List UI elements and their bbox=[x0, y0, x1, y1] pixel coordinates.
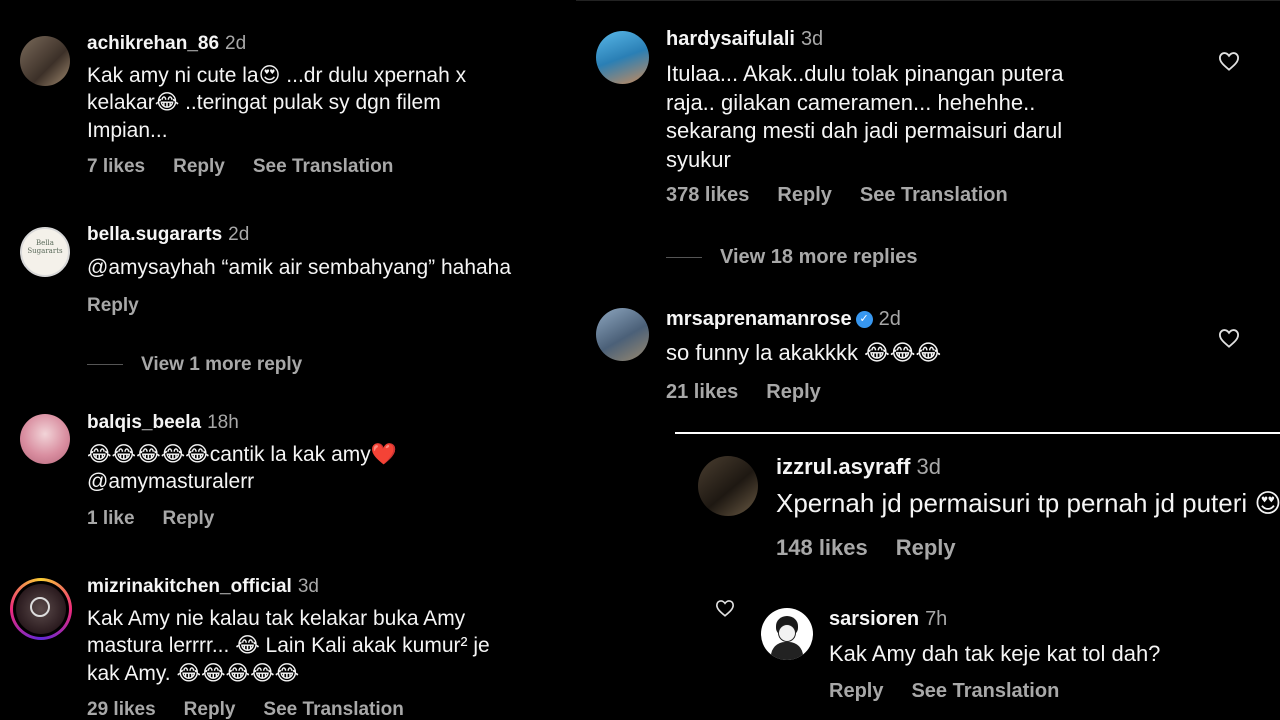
comment-time: 2d bbox=[878, 308, 901, 330]
comment-meta: 1 like Reply bbox=[87, 508, 242, 530]
reply-button[interactable]: Reply bbox=[896, 535, 956, 560]
comment-meta: 148 likes Reply bbox=[776, 535, 984, 561]
comment-time: 7h bbox=[925, 608, 948, 630]
view-more-replies[interactable]: View 18 more replies bbox=[666, 246, 918, 269]
see-translation-button[interactable]: See Translation bbox=[263, 699, 403, 720]
comment-username[interactable]: balqis_beela 18h bbox=[87, 412, 239, 434]
reply-button[interactable]: Reply bbox=[173, 156, 225, 177]
comment-text: Kak Amy nie kalau tak kelakar buka Amy m… bbox=[87, 607, 490, 685]
likes-count[interactable]: 7 likes bbox=[87, 156, 145, 177]
avatar[interactable] bbox=[10, 578, 72, 640]
right-bottom-comments-panel: izzrul.asyraff 3d Xpernah jd permaisuri t… bbox=[675, 432, 1280, 720]
likes-count[interactable]: 148 likes bbox=[776, 535, 868, 560]
likes-count[interactable]: 1 like bbox=[87, 508, 135, 529]
reply-button[interactable]: Reply bbox=[163, 508, 215, 529]
heart-icon[interactable] bbox=[715, 599, 735, 617]
comment-text: @amysayhah “amik air sembahyang” hahaha bbox=[87, 256, 512, 279]
comment-meta: 29 likes Reply See Translation bbox=[87, 699, 432, 720]
avatar[interactable] bbox=[596, 31, 649, 84]
divider bbox=[87, 364, 123, 366]
verified-badge-icon: ✓ bbox=[855, 311, 873, 329]
comment-username[interactable]: sarsioren 7h bbox=[829, 608, 947, 631]
avatar[interactable] bbox=[20, 36, 70, 86]
comment-meta: Reply See Translation bbox=[829, 680, 1087, 703]
avatar[interactable] bbox=[20, 414, 70, 464]
comment-username[interactable]: izzrul.asyraff 3d bbox=[776, 454, 941, 480]
comment-text: 😂😂😂😂😂cantik la kak amy❤️ @amymasturalerr bbox=[87, 443, 397, 494]
comment-meta: 21 likes Reply bbox=[666, 381, 849, 404]
divider bbox=[666, 257, 702, 259]
reply-button[interactable]: Reply bbox=[184, 699, 236, 720]
see-translation-button[interactable]: See Translation bbox=[911, 680, 1059, 702]
comment-time: 3d bbox=[297, 576, 319, 597]
reply-button[interactable]: Reply bbox=[829, 680, 883, 702]
reply-button[interactable]: Reply bbox=[777, 184, 831, 206]
comment-time: 18h bbox=[207, 412, 239, 433]
comment-meta: 378 likes Reply See Translation bbox=[666, 184, 1036, 207]
right-top-comments-panel: hardysaifulali 3d Itulaa... Akak..dulu to… bbox=[576, 0, 1280, 432]
comment-meta: 7 likes Reply See Translation bbox=[87, 156, 421, 178]
likes-count[interactable]: 21 likes bbox=[666, 381, 738, 403]
comment-username[interactable]: achikrehan_86 2d bbox=[87, 33, 246, 55]
comment-time: 2d bbox=[225, 33, 247, 54]
heart-icon[interactable] bbox=[1218, 328, 1240, 348]
likes-count[interactable]: 378 likes bbox=[666, 184, 749, 206]
comment-text: Kak Amy dah tak keje kat tol dah? bbox=[829, 641, 1161, 666]
heart-icon[interactable] bbox=[1218, 51, 1240, 71]
comment-text: so funny la akakkkk 😂😂😂 bbox=[666, 340, 942, 365]
view-more-replies[interactable]: View 1 more reply bbox=[87, 354, 302, 376]
comment-username[interactable]: mizrinakitchen_official 3d bbox=[87, 576, 319, 598]
see-translation-button[interactable]: See Translation bbox=[860, 184, 1008, 206]
reply-button[interactable]: Reply bbox=[87, 295, 139, 316]
comment-username[interactable]: hardysaifulali 3d bbox=[666, 28, 823, 51]
comment-text: Itulaa... Akak..dulu tolak pinangan pute… bbox=[666, 61, 1064, 172]
comment-text: Kak amy ni cute la😍 ...dr dulu xpernah x… bbox=[87, 64, 467, 142]
comment-time: 3d bbox=[916, 454, 941, 479]
comment-text: Xpernah jd permaisuri tp pernah jd puter… bbox=[776, 488, 1280, 518]
comment-meta: Reply bbox=[87, 295, 167, 317]
reply-button[interactable]: Reply bbox=[766, 381, 820, 403]
left-comments-panel: achikrehan_86 2d Kak amy ni cute la😍 ...d… bbox=[0, 0, 576, 720]
avatar[interactable]: Bella Sugararts bbox=[20, 227, 70, 277]
comment-username[interactable]: mrsaprenamanrose ✓ 2d bbox=[666, 308, 901, 331]
avatar[interactable] bbox=[698, 456, 758, 516]
comment-time: 2d bbox=[228, 224, 250, 245]
avatar[interactable] bbox=[596, 308, 649, 361]
see-translation-button[interactable]: See Translation bbox=[253, 156, 393, 177]
avatar[interactable] bbox=[761, 608, 813, 660]
comment-username[interactable]: bella.sugararts 2d bbox=[87, 224, 249, 246]
comment-time: 3d bbox=[800, 28, 824, 50]
likes-count[interactable]: 29 likes bbox=[87, 699, 156, 720]
